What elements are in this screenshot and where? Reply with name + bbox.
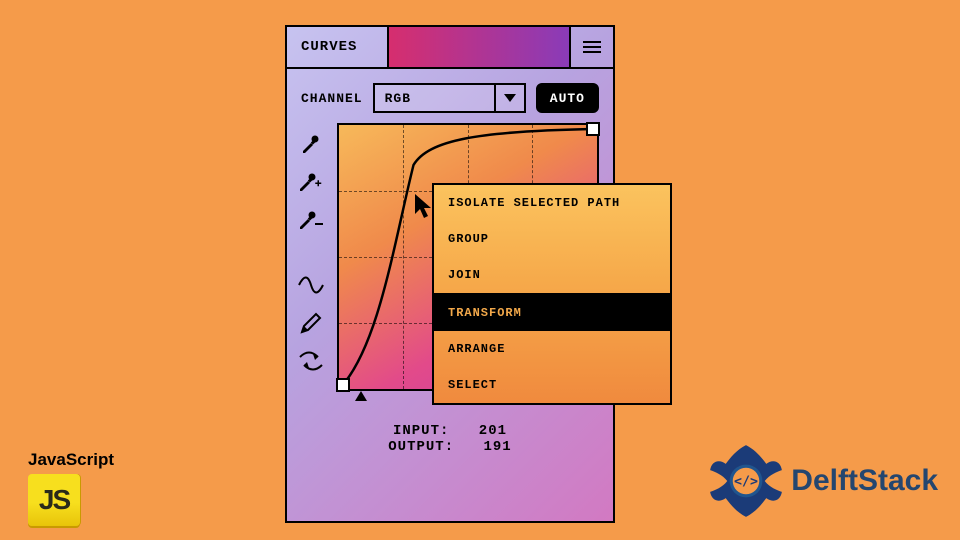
panel-title: CURVES (287, 27, 387, 67)
tool-column (291, 123, 331, 391)
eyedropper-tool[interactable] (297, 129, 325, 157)
delftstack-label: DelftStack (791, 464, 938, 498)
menu-item-transform[interactable]: TRANSFORM (434, 293, 670, 331)
javascript-label: JavaScript (28, 450, 114, 470)
javascript-badge: JavaScript JS (28, 450, 114, 526)
slider-black-point[interactable] (355, 391, 367, 401)
input-value: 201 (479, 423, 507, 439)
output-label: OUTPUT: (388, 439, 454, 455)
input-label: INPUT: (393, 423, 449, 439)
auto-button[interactable]: AUTO (536, 83, 599, 113)
title-gradient-swatch (387, 27, 569, 67)
smooth-points-tool[interactable] (297, 347, 325, 375)
eyedropper-sub-tool[interactable] (297, 205, 325, 233)
panel-menu-button[interactable] (569, 27, 613, 67)
channel-select[interactable]: RGB (373, 83, 526, 113)
svg-text:</>: </> (734, 475, 758, 490)
context-menu: ISOLATE SELECTED PATH GROUP JOIN TRANSFO… (432, 183, 672, 405)
eyedropper-minus-icon (298, 207, 324, 231)
wave-icon (298, 276, 324, 294)
cursor-arrow-icon (415, 194, 437, 220)
menu-item-select[interactable]: SELECT (434, 367, 670, 403)
delftstack-logo-icon: </> (707, 442, 785, 520)
smooth-curve-tool[interactable] (297, 271, 325, 299)
output-value: 191 (484, 439, 512, 455)
menu-item-join[interactable]: JOIN (434, 257, 670, 293)
menu-item-isolate[interactable]: ISOLATE SELECTED PATH (434, 185, 670, 221)
eyedropper-add-tool[interactable] (297, 167, 325, 195)
menu-item-group[interactable]: GROUP (434, 221, 670, 257)
curve-handle-shadow-point[interactable] (336, 378, 350, 392)
channel-row: CHANNEL RGB AUTO (287, 69, 613, 123)
menu-item-arrange[interactable]: ARRANGE (434, 331, 670, 367)
arrows-curve-icon (298, 351, 324, 371)
panel-titlebar: CURVES (287, 27, 613, 69)
channel-value: RGB (375, 91, 494, 106)
chevron-down-icon (494, 85, 524, 111)
channel-label: CHANNEL (301, 91, 363, 106)
pencil-tool[interactable] (297, 309, 325, 337)
eyedropper-plus-icon (298, 169, 324, 193)
readout-row: INPUT: 201 OUTPUT: 191 (287, 405, 613, 455)
delftstack-brand: </> DelftStack (707, 442, 938, 520)
pencil-icon (299, 311, 323, 335)
curve-handle-highlight-point[interactable] (586, 122, 600, 136)
hamburger-icon (583, 41, 601, 53)
javascript-logo-icon: JS (28, 474, 80, 526)
eyedropper-icon (299, 131, 323, 155)
